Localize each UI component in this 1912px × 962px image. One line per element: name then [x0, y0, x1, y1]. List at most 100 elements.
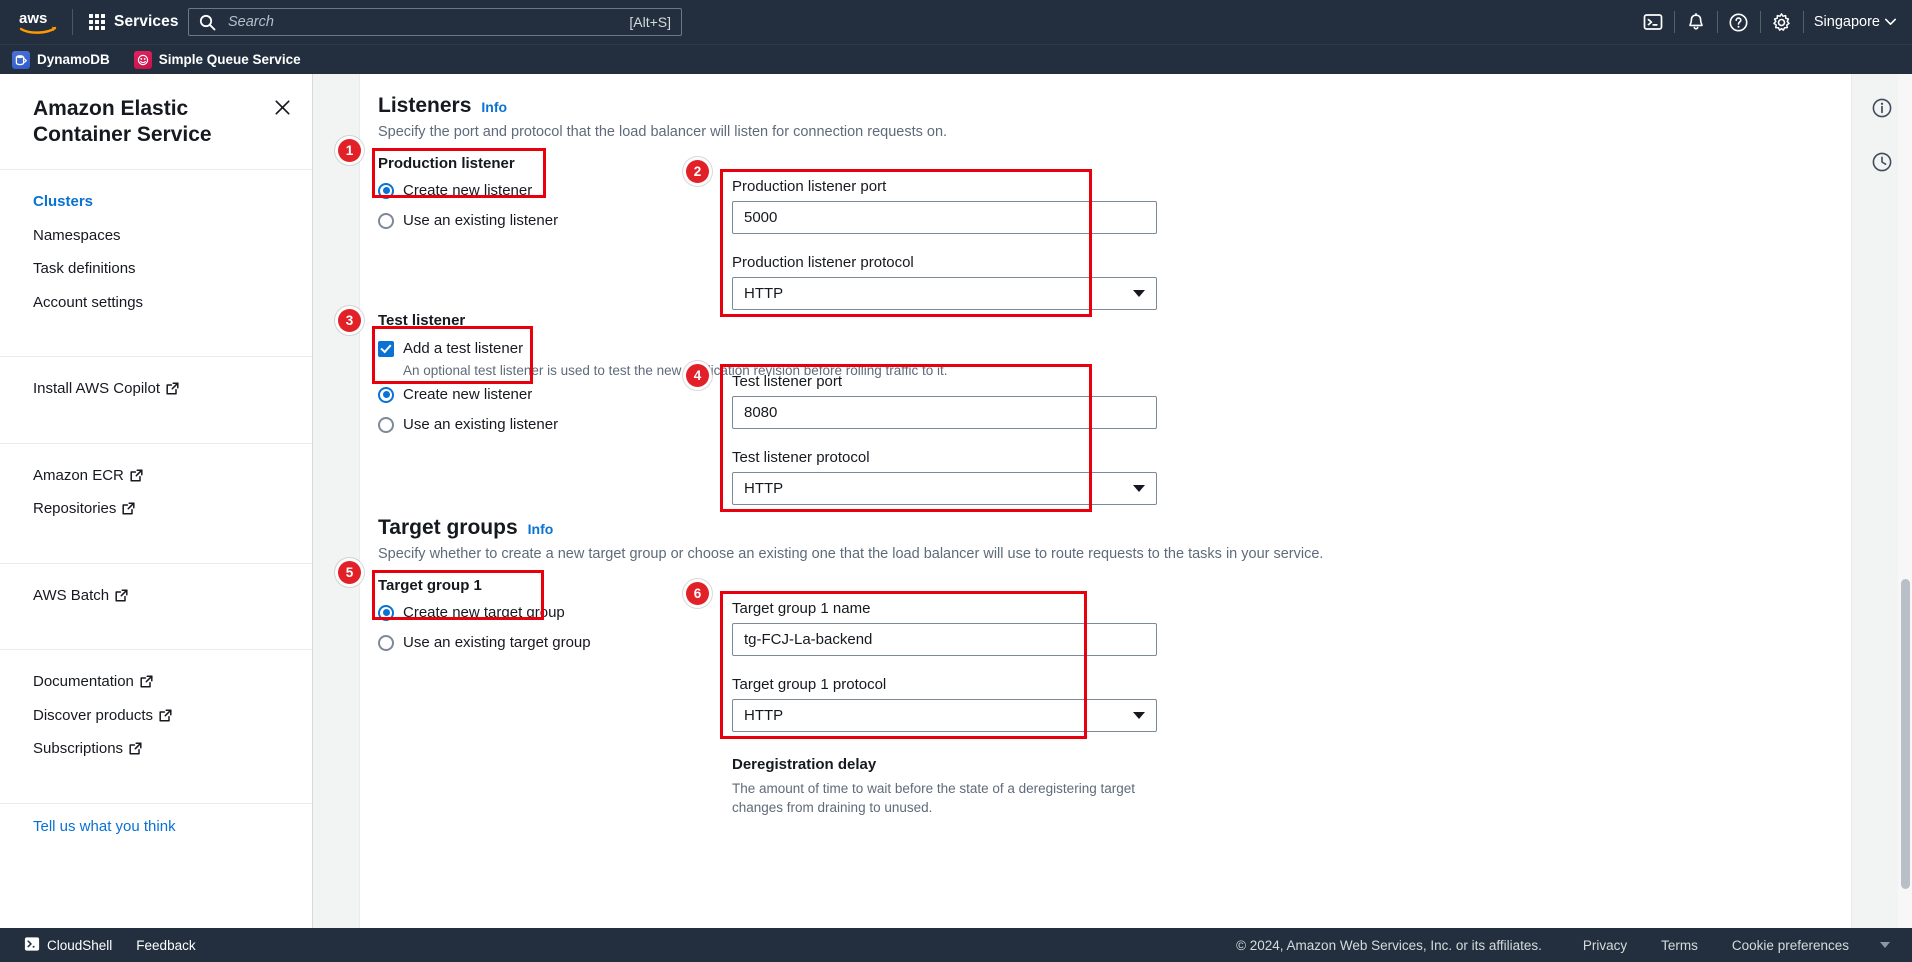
dynamodb-icon — [12, 50, 30, 69]
top-nav-right-cluster: Singapore — [1632, 0, 1912, 44]
production-use-existing-listener-radio[interactable]: Use an existing listener — [378, 212, 558, 229]
test-listener-label: Test listener — [378, 312, 466, 329]
radio-indicator — [378, 386, 394, 403]
listeners-info-link[interactable]: Info — [481, 99, 507, 115]
deregistration-delay-description: The amount of time to wait before the st… — [732, 781, 1135, 816]
grid-icon — [89, 14, 105, 30]
global-search-box[interactable]: [Alt+S] — [188, 8, 682, 36]
close-icon[interactable] — [271, 96, 294, 119]
content-left-rail — [313, 74, 360, 962]
target-group-1-name-input[interactable]: tg-FCJ-La-backend — [732, 623, 1157, 656]
sidebar-item-amazon-ecr[interactable]: Amazon ECR — [0, 459, 312, 493]
select-value: HTTP — [744, 480, 784, 497]
history-clock-icon[interactable] — [1862, 142, 1902, 182]
create-new-target-group-radio[interactable]: Create new target group — [378, 604, 591, 621]
production-listener-port-input[interactable]: 5000 — [732, 201, 1157, 234]
sidebar-item-documentation[interactable]: Documentation — [0, 665, 312, 699]
annotation-badge-6: 6 — [686, 582, 709, 605]
bell-icon[interactable] — [1675, 0, 1717, 44]
production-listener-group: Production listener Create new listener … — [378, 155, 558, 229]
production-create-new-listener-radio[interactable]: Create new listener — [378, 182, 558, 199]
production-listener-protocol-label: Production listener protocol — [732, 254, 914, 271]
external-link-icon — [166, 382, 179, 395]
info-circle-icon[interactable] — [1862, 88, 1902, 128]
test-listener-protocol-label: Test listener protocol — [732, 449, 870, 466]
sidebar-item-aws-batch[interactable]: AWS Batch — [0, 579, 312, 613]
footer-link-privacy[interactable]: Privacy — [1566, 938, 1644, 953]
annotation-badge-4: 4 — [686, 364, 709, 387]
sidebar-item-clusters[interactable]: Clusters — [0, 185, 312, 219]
listeners-description: Specify the port and protocol that the l… — [378, 124, 948, 140]
annotation-badge-1: 1 — [338, 139, 361, 162]
production-listener-port-label: Production listener port — [732, 178, 887, 195]
content-area: Listeners Info Specify the port and prot… — [313, 74, 1912, 962]
radio-label: Create new listener — [403, 182, 533, 199]
sidebar-group-resources: Documentation Discover products Subscrip… — [0, 650, 312, 782]
page-scrollbar-track[interactable] — [1898, 74, 1912, 962]
favorites-bar: DynamoDB Simple Queue Service — [0, 44, 1912, 74]
external-link-icon — [130, 469, 143, 482]
wizard-form-panel: Listeners Info Specify the port and prot… — [338, 74, 1897, 962]
use-existing-target-group-radio[interactable]: Use an existing target group — [378, 634, 591, 651]
sidebar-feedback-link[interactable]: Tell us what you think — [0, 804, 312, 842]
production-listener-protocol-select[interactable]: HTTP — [732, 277, 1157, 310]
chevron-down-icon — [1133, 712, 1145, 719]
scroll-down-icon[interactable] — [1880, 942, 1890, 948]
radio-indicator — [378, 634, 394, 651]
chevron-down-icon — [1133, 290, 1145, 297]
favorite-sqs[interactable]: Simple Queue Service — [122, 45, 313, 75]
favorite-label: DynamoDB — [37, 52, 110, 67]
checkbox-indicator — [378, 340, 394, 357]
sidebar-item-label: Install AWS Copilot — [33, 380, 160, 398]
services-menu-button[interactable]: Services — [79, 5, 189, 39]
test-listener-port-input[interactable]: 8080 — [732, 396, 1157, 429]
sidebar-item-label: Repositories — [33, 500, 117, 518]
sidebar-item-namespaces[interactable]: Namespaces — [0, 219, 312, 253]
page-scrollbar-thumb[interactable] — [1901, 579, 1910, 889]
sidebar-item-label: Discover products — [33, 706, 154, 724]
footer-link-terms[interactable]: Terms — [1644, 938, 1715, 953]
target-groups-title: Target groups — [378, 516, 518, 539]
radio-indicator — [378, 182, 394, 199]
add-test-listener-checkbox[interactable]: Add a test listener — [378, 340, 948, 357]
footer-link-cookie-preferences[interactable]: Cookie preferences — [1715, 938, 1866, 953]
chevron-down-icon — [1885, 14, 1896, 30]
test-listener-protocol-select[interactable]: HTTP — [732, 472, 1157, 505]
region-selector[interactable]: Singapore — [1804, 0, 1912, 44]
aws-logo[interactable]: aws — [10, 0, 66, 44]
help-icon[interactable] — [1718, 0, 1760, 44]
cloudshell-icon[interactable] — [1632, 0, 1674, 44]
target-group-1-label: Target group 1 — [378, 577, 482, 594]
radio-label: Use an existing listener — [403, 212, 559, 229]
radio-label: Create new listener — [403, 386, 533, 403]
sidebar-item-account-settings[interactable]: Account settings — [0, 286, 312, 320]
region-label: Singapore — [1813, 14, 1880, 30]
target-group-1-fields: Target group 1 name tg-FCJ-La-backend Ta… — [732, 600, 1160, 817]
target-groups-section-header: Target groups Info Specify whether to cr… — [378, 508, 1323, 562]
footer-copyright: © 2024, Amazon Web Services, Inc. or its… — [1236, 937, 1542, 953]
external-link-icon — [129, 742, 142, 755]
nav-divider — [72, 9, 73, 35]
target-group-1-protocol-label: Target group 1 protocol — [732, 676, 887, 693]
radio-indicator — [378, 604, 394, 621]
sidebar-item-install-aws-copilot[interactable]: Install AWS Copilot — [0, 372, 312, 406]
target-groups-info-link[interactable]: Info — [528, 521, 554, 537]
target-group-1-protocol-select[interactable]: HTTP — [732, 699, 1157, 732]
sidebar-item-task-definitions[interactable]: Task definitions — [0, 252, 312, 286]
footer-feedback-button[interactable]: Feedback — [124, 928, 207, 962]
footer-bar: CloudShell Feedback © 2024, Amazon Web S… — [0, 928, 1912, 962]
search-input[interactable] — [226, 13, 622, 31]
search-icon — [199, 14, 216, 31]
services-label: Services — [114, 13, 179, 30]
sidebar-item-label: Namespaces — [33, 226, 121, 244]
sidebar-item-subscriptions[interactable]: Subscriptions — [0, 732, 312, 766]
target-groups-description: Specify whether to create a new target g… — [378, 546, 1324, 562]
sidebar-item-repositories[interactable]: Repositories — [0, 492, 312, 526]
sidebar-group-ecr: Amazon ECR Repositories — [0, 444, 312, 542]
radio-indicator — [378, 416, 394, 433]
footer-cloudshell-button[interactable]: CloudShell — [12, 928, 124, 962]
favorite-dynamodb[interactable]: DynamoDB — [0, 45, 122, 75]
settings-icon[interactable] — [1761, 0, 1803, 44]
test-listener-fields: Test listener port 8080 Test listener pr… — [732, 373, 1157, 505]
sidebar-item-discover-products[interactable]: Discover products — [0, 699, 312, 733]
